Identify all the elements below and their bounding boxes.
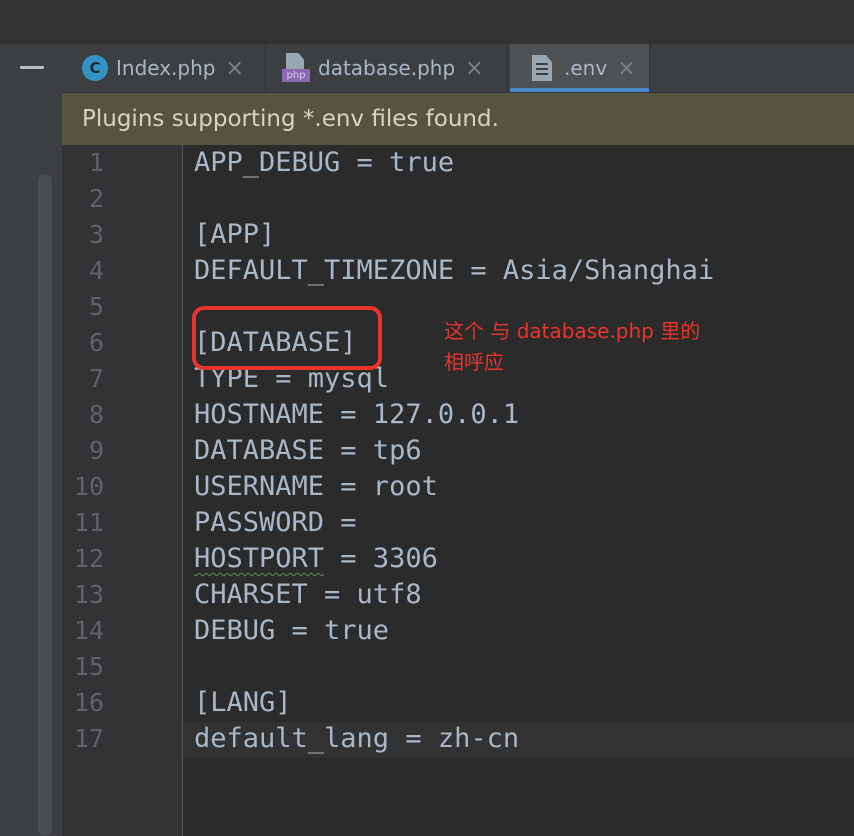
text-file-icon xyxy=(532,55,552,81)
panel-scrollbar-thumb[interactable] xyxy=(38,174,52,836)
code-line[interactable]: APP_DEBUG = true xyxy=(194,145,454,181)
close-tab-icon[interactable]: × xyxy=(465,56,483,81)
line-number: 17 xyxy=(73,724,104,753)
line-number: 2 xyxy=(88,184,104,213)
tab-env[interactable]: .env × xyxy=(510,44,650,92)
code-line[interactable]: [APP] xyxy=(194,217,275,253)
line-number: 9 xyxy=(88,436,104,465)
plugin-notification-banner[interactable]: Plugins supporting *.env files found. xyxy=(62,93,854,145)
line-number: 6 xyxy=(88,328,104,357)
line-number: 5 xyxy=(88,292,104,321)
line-number: 3 xyxy=(88,220,104,249)
line-number: 10 xyxy=(73,472,104,501)
tab-label: Index.php xyxy=(116,56,216,80)
code-line[interactable]: HOSTNAME = 127.0.0.1 xyxy=(194,397,519,433)
line-number: 8 xyxy=(88,400,104,429)
code-line[interactable]: HOSTPORT = 3306 xyxy=(194,541,438,577)
code-line[interactable]: DEFAULT_TIMEZONE = Asia/Shanghai xyxy=(194,253,714,289)
close-tab-icon[interactable]: × xyxy=(617,56,635,81)
line-number: 12 xyxy=(73,544,104,573)
code-line[interactable]: default_lang = zh-cn xyxy=(194,721,519,757)
code-line[interactable]: PASSWORD = xyxy=(194,505,357,541)
annotation-highlight-box xyxy=(192,306,382,370)
line-number: 13 xyxy=(73,580,104,609)
code-line[interactable]: DEBUG = true xyxy=(194,613,389,649)
close-tab-icon[interactable]: × xyxy=(225,56,243,81)
notification-text: Plugins supporting *.env files found. xyxy=(82,106,499,132)
window-top-strip xyxy=(0,0,854,44)
code-line[interactable]: USERNAME = root xyxy=(194,469,438,505)
line-number: 16 xyxy=(73,688,104,717)
code-line[interactable]: DATABASE = tp6 xyxy=(194,433,422,469)
code-key-typo-warning[interactable]: HOSTPORT xyxy=(194,543,324,574)
tab-label: .env xyxy=(564,56,608,80)
annotation-note: 这个 与 database.php 里的 相呼应 xyxy=(444,316,700,378)
editor-tab-bar: C Index.php × php database.php × .env × xyxy=(62,44,854,93)
annotation-line-1: 这个 与 database.php 里的 xyxy=(444,319,701,343)
line-number: 7 xyxy=(88,364,104,393)
code-value: = 3306 xyxy=(324,543,438,574)
annotation-line-2: 相呼应 xyxy=(444,350,504,374)
line-number: 11 xyxy=(73,508,104,537)
line-number: 1 xyxy=(88,148,104,177)
line-number: 15 xyxy=(73,652,104,681)
class-c-icon: C xyxy=(82,55,108,81)
tab-database-php[interactable]: php database.php × xyxy=(268,44,508,92)
code-line[interactable]: [LANG] xyxy=(194,685,292,721)
php-file-icon: php xyxy=(282,53,310,83)
collapse-panel-icon[interactable] xyxy=(20,66,44,69)
code-line[interactable]: CHARSET = utf8 xyxy=(194,577,422,613)
line-number: 4 xyxy=(88,256,104,285)
tab-label: database.php xyxy=(318,56,456,80)
line-number: 14 xyxy=(73,616,104,645)
tab-index-php[interactable]: C Index.php × xyxy=(72,44,266,92)
